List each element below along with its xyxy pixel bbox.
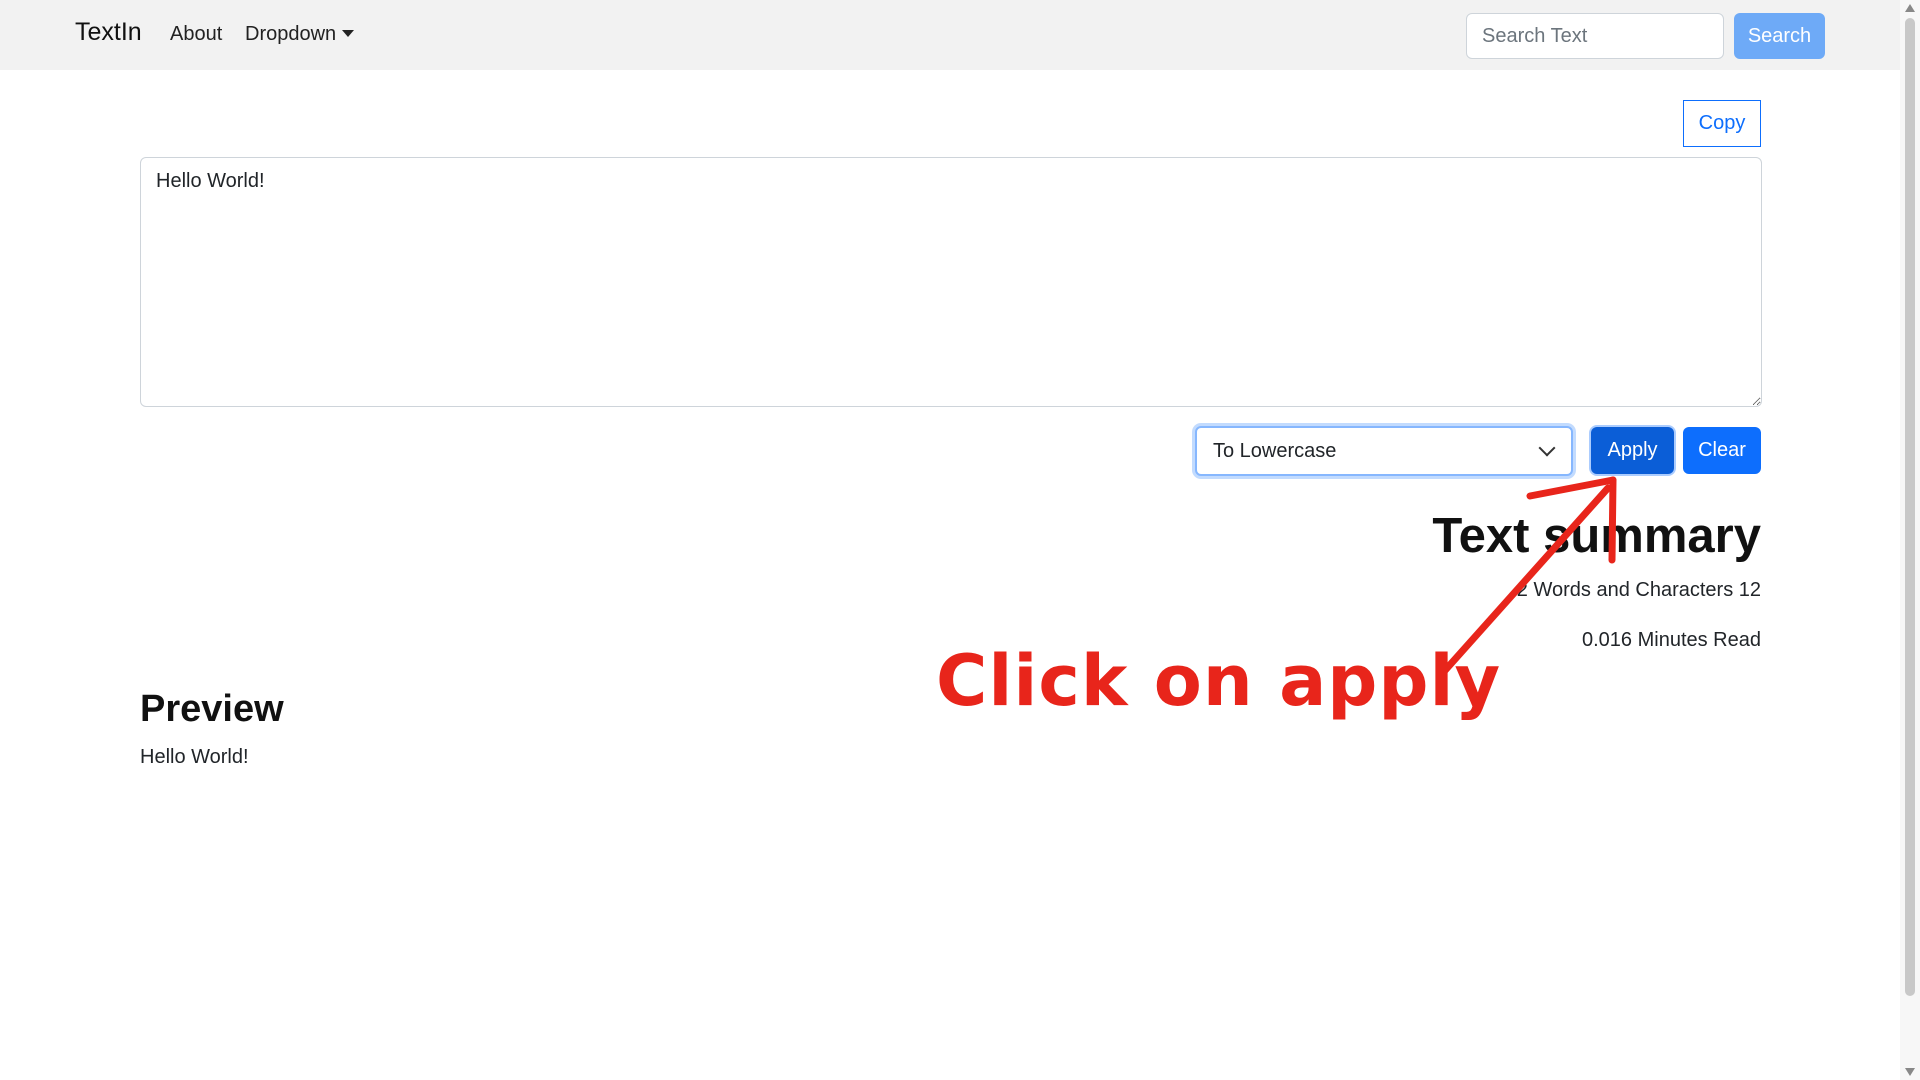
scroll-down-arrow-icon[interactable] — [1905, 1068, 1915, 1076]
summary-word-count: 2 Words and Characters 12 — [1516, 579, 1761, 601]
scroll-up-arrow-icon[interactable] — [1905, 4, 1915, 12]
chevron-down-icon — [1538, 439, 1556, 457]
clear-button[interactable]: Clear — [1683, 427, 1761, 474]
scroll-thumb[interactable] — [1905, 18, 1915, 996]
text-input-area[interactable] — [140, 157, 1762, 407]
operation-select[interactable]: To Lowercase — [1195, 426, 1573, 476]
copy-button[interactable]: Copy — [1683, 100, 1761, 147]
nav-dropdown[interactable]: Dropdown — [245, 23, 355, 46]
apply-button[interactable]: Apply — [1591, 427, 1674, 474]
navbar: TextIn About Dropdown Search — [0, 0, 1900, 70]
caret-down-icon — [342, 30, 355, 37]
nav-dropdown-label: Dropdown — [245, 23, 337, 45]
search-button[interactable]: Search — [1734, 13, 1825, 59]
preview-title: Preview — [140, 688, 284, 730]
search-input[interactable] — [1466, 13, 1724, 59]
operation-select-value: To Lowercase — [1213, 440, 1337, 462]
brand-logo[interactable]: TextIn — [75, 18, 142, 47]
annotation-label: Click on apply — [936, 640, 1502, 722]
preview-text: Hello World! — [140, 746, 249, 768]
page-scrollbar[interactable] — [1900, 0, 1920, 1080]
nav-link-about[interactable]: About — [170, 23, 222, 46]
summary-title: Text summary — [1432, 509, 1761, 563]
